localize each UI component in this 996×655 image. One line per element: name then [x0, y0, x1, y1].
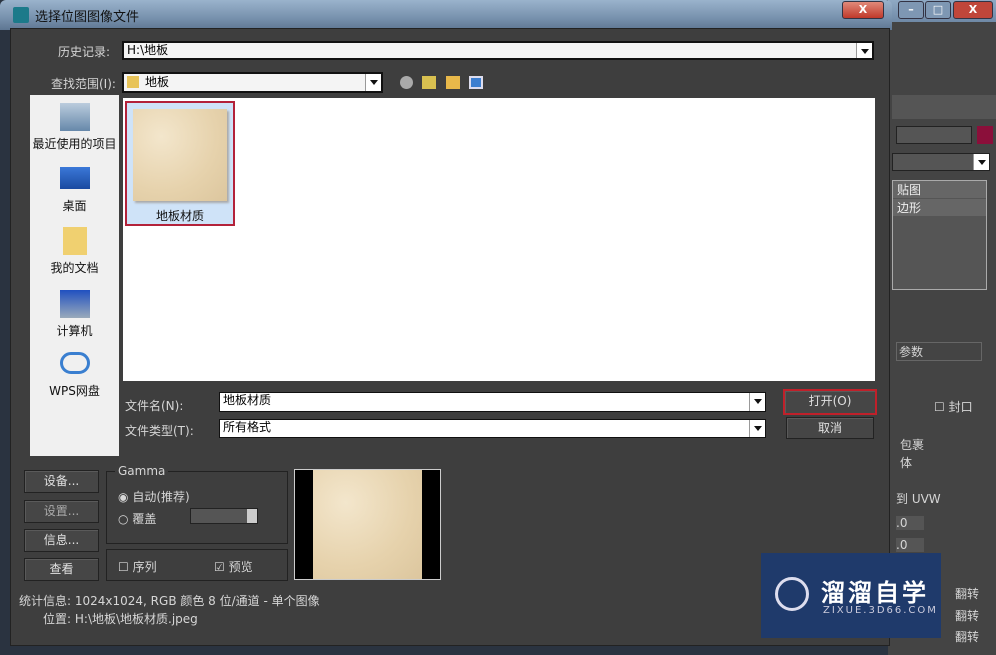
- stats-line: 统计信息: 1024x1024, RGB 颜色 8 位/通道 - 单个图像: [19, 592, 320, 609]
- place-label: 桌面: [62, 199, 87, 213]
- place-wps[interactable]: WPS网盘: [30, 352, 119, 399]
- cancel-button[interactable]: 取消: [786, 417, 874, 439]
- app-close-button[interactable]: X: [953, 1, 993, 19]
- lookin-label: 查找范围(I):: [51, 77, 116, 91]
- history-value: H:\地板: [127, 43, 169, 57]
- stack-item[interactable]: 贴图: [893, 181, 986, 198]
- stats-value: 1024x1024, RGB 颜色 8 位/通道 - 单个图像: [74, 594, 320, 608]
- preview-texture: [313, 470, 422, 579]
- preview-label: 预览: [228, 560, 253, 574]
- gamma-override-spinner[interactable]: [190, 508, 258, 524]
- view-menu-icon[interactable]: [469, 76, 483, 89]
- file-thumbnail: [133, 109, 227, 201]
- place-label: WPS网盘: [49, 384, 100, 398]
- play-logo-icon: [775, 577, 809, 611]
- places-bar: 最近使用的项目 桌面 我的文档 计算机 WPS网盘: [30, 95, 119, 456]
- view-button[interactable]: 查看: [24, 558, 99, 581]
- gamma-title: Gamma: [115, 464, 169, 478]
- recent-icon: [59, 103, 90, 131]
- sequence-checkbox[interactable]: ☐ 序列: [118, 558, 157, 575]
- gamma-override-radio[interactable]: ○ 覆盖: [118, 510, 156, 527]
- command-tabs[interactable]: [892, 95, 996, 119]
- chevron-down-icon: [749, 420, 765, 437]
- location-value: H:\地板\地板材质.jpeg: [74, 612, 198, 626]
- open-button[interactable]: 打开(O): [783, 389, 877, 415]
- flip-label: 翻转: [955, 609, 980, 623]
- desktop-icon: [59, 167, 90, 189]
- chevron-down-icon: [749, 393, 765, 411]
- spinner[interactable]: .0: [896, 538, 924, 552]
- lookin-combobox[interactable]: 地板: [122, 72, 383, 93]
- folder-icon: [127, 76, 139, 88]
- filename-label: 文件名(N):: [125, 399, 184, 413]
- radio-checked-icon: ◉: [118, 490, 129, 504]
- place-label: 我的文档: [50, 261, 99, 275]
- watermark-url: ZIXUE.3D66.COM: [823, 605, 938, 616]
- lookin-value: 地板: [145, 75, 170, 89]
- chevron-down-icon: [856, 43, 872, 58]
- place-label: 计算机: [56, 324, 93, 338]
- place-label: 最近使用的项目: [32, 137, 117, 151]
- checkbox-checked-icon: ☑: [214, 560, 225, 574]
- location-line: 位置: H:\地板\地板材质.jpeg: [43, 610, 198, 627]
- flip-label: 翻转: [955, 587, 980, 601]
- close-button[interactable]: X: [842, 1, 884, 19]
- filetype-select[interactable]: 所有格式: [219, 419, 766, 438]
- spinner[interactable]: .0: [896, 516, 924, 530]
- info-button[interactable]: 信息...: [24, 529, 99, 552]
- app-logo-icon: [13, 7, 29, 23]
- place-computer[interactable]: 计算机: [30, 290, 119, 339]
- dialog-title: 选择位图图像文件: [35, 10, 140, 25]
- filename-input[interactable]: 地板材质: [219, 392, 766, 412]
- gamma-override-label: 覆盖: [132, 512, 157, 526]
- stack-item[interactable]: 边形: [893, 199, 986, 216]
- place-recent[interactable]: 最近使用的项目: [30, 103, 119, 152]
- option-label: 包裹: [900, 438, 925, 452]
- history-label: 历史记录:: [58, 45, 111, 59]
- file-item[interactable]: 地板材质: [125, 101, 235, 226]
- setup-button[interactable]: 设置...: [24, 500, 99, 523]
- filetype-label: 文件类型(T):: [125, 424, 194, 438]
- place-desktop[interactable]: 桌面: [30, 167, 119, 214]
- filetype-value: 所有格式: [223, 420, 272, 434]
- maximize-button[interactable]: □: [925, 1, 951, 19]
- computer-icon: [59, 290, 90, 318]
- flip-label: 翻转: [955, 630, 980, 644]
- file-name: 地板材质: [155, 209, 204, 223]
- minimize-button[interactable]: –: [898, 1, 924, 19]
- image-preview: [294, 469, 441, 580]
- rollout-header[interactable]: 参数: [896, 342, 982, 361]
- option-label: 体: [900, 456, 913, 470]
- chevron-down-icon: [365, 74, 381, 91]
- stats-label: 统计信息:: [19, 594, 72, 608]
- preview-checkbox[interactable]: ☑ 预览: [214, 558, 253, 575]
- watermark: 溜溜自学 ZIXUE.3D66.COM: [761, 553, 941, 638]
- cap-checkbox[interactable]: ☐ 封口: [934, 398, 973, 415]
- devices-button[interactable]: 设备...: [24, 470, 99, 493]
- history-combobox[interactable]: H:\地板: [122, 41, 874, 60]
- cloud-icon: [59, 352, 90, 374]
- gamma-auto-label: 自动(推荐): [132, 490, 190, 504]
- file-list[interactable]: 地板材质: [123, 98, 875, 381]
- radio-unchecked-icon: ○: [118, 512, 129, 526]
- filename-value: 地板材质: [223, 393, 272, 407]
- location-label: 位置:: [43, 612, 72, 626]
- cap-label: 封口: [948, 400, 973, 414]
- modifier-list[interactable]: [892, 153, 990, 171]
- up-folder-icon[interactable]: [422, 76, 436, 89]
- option-label: 到 UVW: [896, 492, 941, 506]
- back-icon[interactable]: [400, 76, 413, 89]
- object-color-swatch[interactable]: [977, 126, 993, 144]
- place-documents[interactable]: 我的文档: [30, 227, 119, 276]
- sequence-label: 序列: [132, 560, 157, 574]
- new-folder-icon[interactable]: [446, 76, 460, 89]
- spinner-arrows-icon[interactable]: [247, 509, 257, 523]
- gamma-auto-radio[interactable]: ◉ 自动(推荐): [118, 488, 190, 505]
- object-name-field[interactable]: [896, 126, 972, 144]
- modifier-stack[interactable]: 贴图 边形: [892, 180, 987, 290]
- checkbox-unchecked-icon: ☐: [118, 560, 129, 574]
- documents-icon: [62, 227, 87, 255]
- watermark-title: 溜溜自学: [821, 579, 929, 607]
